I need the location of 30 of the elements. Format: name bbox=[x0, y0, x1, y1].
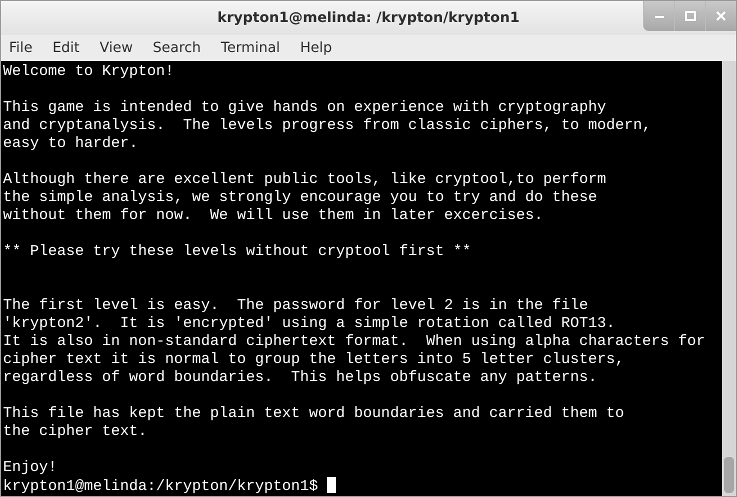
menu-item[interactable]: View bbox=[94, 38, 139, 58]
menu-item[interactable]: Terminal bbox=[214, 38, 286, 58]
terminal-line: 'krypton2'. It is 'encrypted' using a simple rotation called ROT13. bbox=[3, 315, 616, 332]
menu-item[interactable]: Edit bbox=[46, 38, 86, 58]
text-cursor bbox=[327, 477, 336, 493]
terminal-line: cipher text it is normal to group the letters into 5 letter clusters, bbox=[3, 351, 624, 368]
terminal-line: Welcome to Krypton! bbox=[3, 63, 174, 80]
terminal-line: the cipher text. bbox=[3, 423, 148, 440]
terminal-line: regardless of word boundaries. This helps obfuscate any patterns. bbox=[3, 369, 598, 386]
close-icon bbox=[716, 11, 726, 21]
terminal-line: This file has kept the plain text word boundaries and carried them to bbox=[3, 405, 624, 422]
terminal-line: easy to harder. bbox=[3, 135, 138, 152]
terminal-line: Although there are excellent public tools, like cryptool,to perform bbox=[3, 171, 606, 188]
menu-item[interactable]: Search bbox=[146, 38, 207, 58]
terminal-line: It is also in non-standard ciphertext format. When using alpha characters for bbox=[3, 333, 706, 350]
terminal-line: The first level is easy. The password for level 2 is in the file bbox=[3, 297, 588, 314]
terminal-line: This game is intended to give hands on experience with cryptography bbox=[3, 99, 606, 116]
terminal-line: without them for now. We will use them in later excercises. bbox=[3, 207, 544, 224]
maximize-icon bbox=[684, 11, 696, 21]
terminal-line: Enjoy! bbox=[3, 459, 58, 476]
terminal-line: and cryptanalysis. The levels progress from classic ciphers, to modern, bbox=[3, 117, 652, 134]
scrollbar[interactable] bbox=[722, 61, 736, 496]
minimize-icon bbox=[654, 14, 664, 18]
menu-item[interactable]: File bbox=[3, 38, 38, 58]
scrollbar-thumb[interactable] bbox=[724, 457, 734, 493]
terminal-line: the simple analysis, we strongly encourage you to try and do these bbox=[3, 189, 598, 206]
menu-item[interactable]: Help bbox=[294, 38, 338, 58]
window-title: krypton1@melinda: /krypton/krypton1 bbox=[217, 8, 520, 28]
terminal-line: ** Please try these levels without cryptool first ** bbox=[3, 243, 472, 260]
shell-prompt: krypton1@melinda:/krypton/krypton1$ bbox=[3, 478, 318, 495]
